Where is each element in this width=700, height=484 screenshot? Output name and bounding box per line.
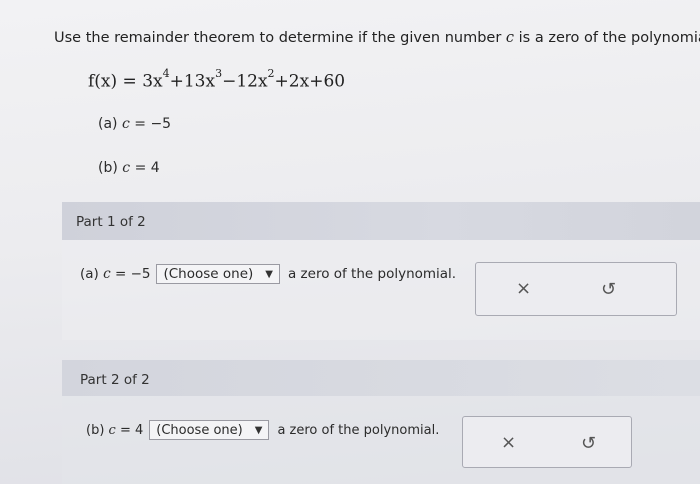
page: Use the remainder theorem to determine i…	[0, 0, 700, 484]
part1-header-label: Part 1 of 2	[76, 214, 146, 230]
part2-header: Part 2 of 2	[62, 360, 700, 396]
part1-label: (a)	[80, 266, 99, 282]
part1-action-box: × ↺	[475, 262, 677, 316]
undo-icon[interactable]: ↺	[581, 435, 596, 453]
formula-exp-3: 2	[267, 67, 275, 80]
formula-term-3: −12x	[222, 71, 268, 92]
case-a: (a) c = −5	[98, 116, 171, 132]
clear-icon[interactable]: ×	[501, 434, 516, 452]
case-b: (b) c = 4	[98, 160, 160, 176]
part2-action-box: × ↺	[462, 416, 632, 468]
case-a-label: (a)	[98, 116, 118, 132]
part2-select-value: (Choose one)	[156, 422, 243, 438]
part2-answer-row: (b) c = 4 (Choose one) ▼ a zero of the p…	[86, 420, 439, 440]
question-prefix: Use the remainder theorem to determine i…	[54, 30, 502, 46]
formula-term-2: +13x	[169, 71, 216, 92]
part1-answer-row: (a) c = −5 (Choose one) ▼ a zero of the …	[80, 264, 456, 284]
question-suffix: is a zero of the polynomial.	[518, 30, 700, 46]
part1-value: = −5	[114, 266, 151, 282]
part2-choose-select[interactable]: (Choose one) ▼	[149, 420, 270, 440]
formula-term-1: f(x) = 3x	[88, 71, 163, 92]
case-b-value: = 4	[134, 160, 160, 176]
formula-term-4: +2x+60	[274, 71, 346, 92]
part2-suffix: a zero of the polynomial.	[277, 422, 440, 438]
formula-exp-2: 3	[215, 67, 223, 80]
chevron-down-icon: ▼	[254, 424, 263, 436]
part1-choose-select[interactable]: (Choose one) ▼	[156, 264, 280, 284]
part2-var: c	[108, 422, 116, 438]
clear-icon[interactable]: ×	[516, 280, 531, 298]
case-b-var: c	[122, 160, 131, 176]
question-text: Use the remainder theorem to determine i…	[54, 30, 700, 46]
chevron-down-icon: ▼	[265, 268, 273, 280]
part1-var: c	[103, 266, 111, 282]
formula-exp-1: 4	[162, 67, 170, 80]
polynomial-formula: f(x) = 3x4+13x3−12x2+2x+60	[88, 67, 346, 92]
case-b-label: (b)	[98, 160, 118, 176]
part1-header: Part 1 of 2	[62, 202, 700, 240]
part2-value: = 4	[119, 422, 144, 438]
case-a-var: c	[121, 116, 130, 132]
case-a-value: = −5	[134, 116, 172, 132]
part1-suffix: a zero of the polynomial.	[287, 266, 457, 282]
part1-select-value: (Choose one)	[163, 266, 254, 282]
question-variable: c	[505, 30, 515, 46]
undo-icon[interactable]: ↺	[601, 281, 616, 299]
part2-header-label: Part 2 of 2	[80, 372, 150, 388]
part2-label: (b)	[86, 422, 105, 438]
